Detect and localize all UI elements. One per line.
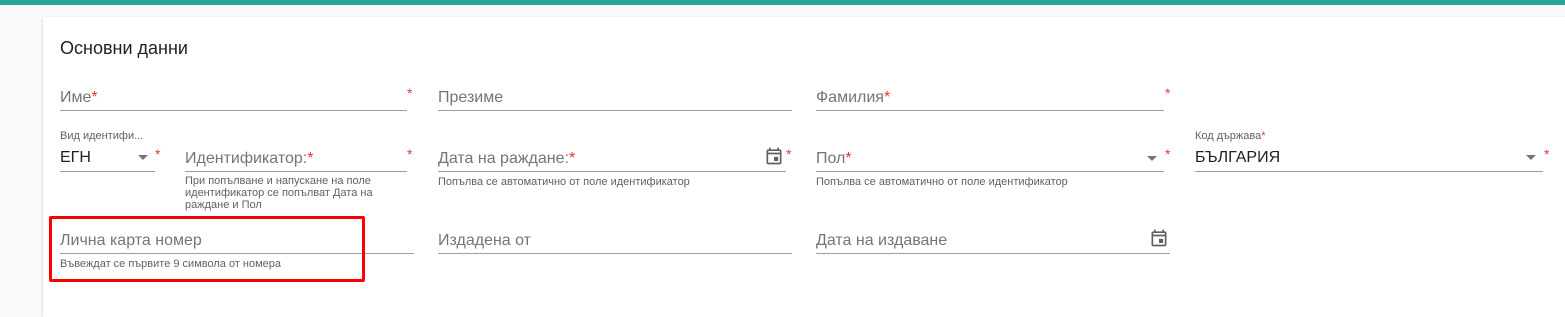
chevron-down-icon: [1147, 156, 1157, 161]
first-name-underline: [60, 110, 407, 111]
first-name-label: Име*: [60, 89, 98, 106]
identifier-underline: [185, 171, 407, 172]
issue-date-label: Дата на издаване: [816, 232, 948, 249]
id-type-select[interactable]: Вид идентифи... ЕГН: [60, 130, 155, 172]
highlight-box: [49, 216, 365, 282]
issued-by-underline: [438, 253, 792, 254]
gender-label: Пол*: [816, 150, 852, 167]
last-name-field[interactable]: Фамилия*: [816, 86, 1164, 112]
first-name-required-mark: *: [407, 85, 413, 101]
gender-select[interactable]: Пол*: [816, 146, 1164, 172]
first-name-field[interactable]: Име*: [60, 86, 407, 112]
identifier-field[interactable]: Идентификатор:*: [185, 146, 407, 172]
identifier-hint: При попълване и напускане на поле иденти…: [185, 175, 373, 211]
id-type-value: ЕГН: [60, 149, 91, 166]
chevron-down-icon: [1526, 155, 1536, 160]
birth-date-required-mark: *: [786, 146, 792, 162]
id-type-underline: [60, 171, 155, 172]
last-name-underline: [816, 110, 1164, 111]
country-code-underline: [1195, 171, 1543, 172]
top-accent-bar: [0, 0, 1565, 5]
calendar-icon[interactable]: [764, 146, 784, 166]
birth-date-underline: [438, 171, 786, 172]
section-title: Основни данни: [60, 38, 188, 58]
gender-required-mark: *: [1165, 146, 1171, 162]
birth-date-field[interactable]: Дата на раждане:*: [438, 146, 786, 172]
issued-by-field[interactable]: Издадена от: [438, 229, 792, 255]
country-code-select[interactable]: Код държава* БЪЛГАРИЯ: [1195, 130, 1543, 172]
id-type-required-mark: *: [155, 146, 161, 162]
country-code-label: Код държава*: [1195, 130, 1266, 142]
gender-underline: [816, 171, 1164, 172]
country-code-required-mark: *: [1544, 146, 1550, 162]
chevron-down-icon: [138, 155, 148, 160]
last-name-required-mark: *: [1165, 85, 1171, 101]
birth-date-hint: Попълва се автоматично от поле идентифик…: [438, 176, 690, 188]
country-code-value: БЪЛГАРИЯ: [1195, 149, 1281, 166]
middle-name-field[interactable]: Презиме: [438, 86, 792, 112]
identifier-label: Идентификатор:*: [185, 150, 314, 167]
gender-hint: Попълва се автоматично от поле идентифик…: [816, 176, 1068, 188]
issue-date-underline: [816, 253, 1170, 254]
birth-date-label: Дата на раждане:*: [438, 150, 576, 167]
id-type-label: Вид идентифи...: [60, 130, 144, 142]
middle-name-label: Презиме: [438, 89, 504, 106]
middle-name-underline: [438, 110, 792, 111]
identifier-required-mark: *: [407, 146, 413, 162]
issue-date-field[interactable]: Дата на издаване: [816, 229, 1170, 255]
issued-by-label: Издадена от: [438, 232, 532, 249]
last-name-label: Фамилия*: [816, 89, 891, 106]
calendar-icon[interactable]: [1149, 228, 1169, 248]
